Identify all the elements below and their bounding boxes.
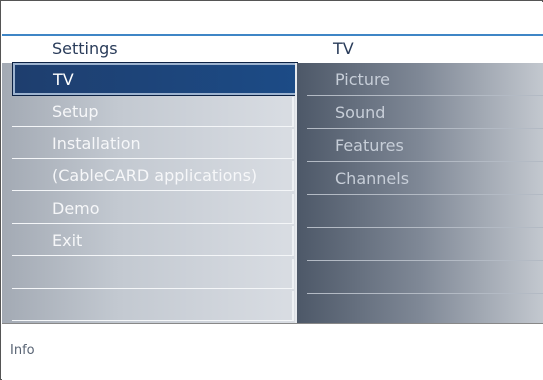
submenu-item-features[interactable]: Features xyxy=(307,129,543,162)
menu-item-installation[interactable]: Installation xyxy=(12,129,294,159)
submenu-item-channels[interactable]: Channels xyxy=(307,162,543,195)
menu-header: Settings TV xyxy=(2,36,543,63)
menu-item-label: Installation xyxy=(52,134,141,153)
menu-item-label: (CableCARD applications) xyxy=(52,166,258,185)
submenu-item-picture[interactable]: Picture xyxy=(307,63,543,96)
menu-item-empty xyxy=(12,291,294,321)
submenu-panel: Picture Sound Features Channels xyxy=(295,63,543,323)
submenu-item-label: Features xyxy=(335,136,404,155)
submenu-item-label: Sound xyxy=(335,103,386,122)
submenu-item-label: Picture xyxy=(335,70,391,89)
menu-item-demo[interactable]: Demo xyxy=(12,194,294,224)
submenu-title: TV xyxy=(333,39,354,58)
menu-item-exit[interactable]: Exit xyxy=(12,226,294,256)
info-label: Info xyxy=(10,343,35,358)
submenu-item-sound[interactable]: Sound xyxy=(307,96,543,129)
menu-item-tv[interactable]: TV xyxy=(13,63,297,95)
submenu-item-empty xyxy=(307,195,543,228)
info-panel: Info xyxy=(2,324,543,380)
settings-menu: TV Setup Installation (CableCARD applica… xyxy=(2,63,297,323)
tv-menu-screen: Settings TV TV Setup Installation (Cable… xyxy=(0,0,543,380)
menu-item-label: Exit xyxy=(52,231,83,250)
settings-title: Settings xyxy=(52,39,118,58)
menu-item-label: Setup xyxy=(52,102,99,121)
menu-item-cablecard-applications[interactable]: (CableCARD applications) xyxy=(12,161,294,191)
menu-item-setup[interactable]: Setup xyxy=(12,97,294,127)
menu-item-label: TV xyxy=(53,70,74,89)
submenu-item-empty xyxy=(307,228,543,261)
top-bar xyxy=(2,2,543,34)
submenu-item-empty xyxy=(307,261,543,294)
menu-item-empty xyxy=(12,259,294,289)
menu-item-label: Demo xyxy=(52,199,100,218)
submenu-item-label: Channels xyxy=(335,169,410,188)
